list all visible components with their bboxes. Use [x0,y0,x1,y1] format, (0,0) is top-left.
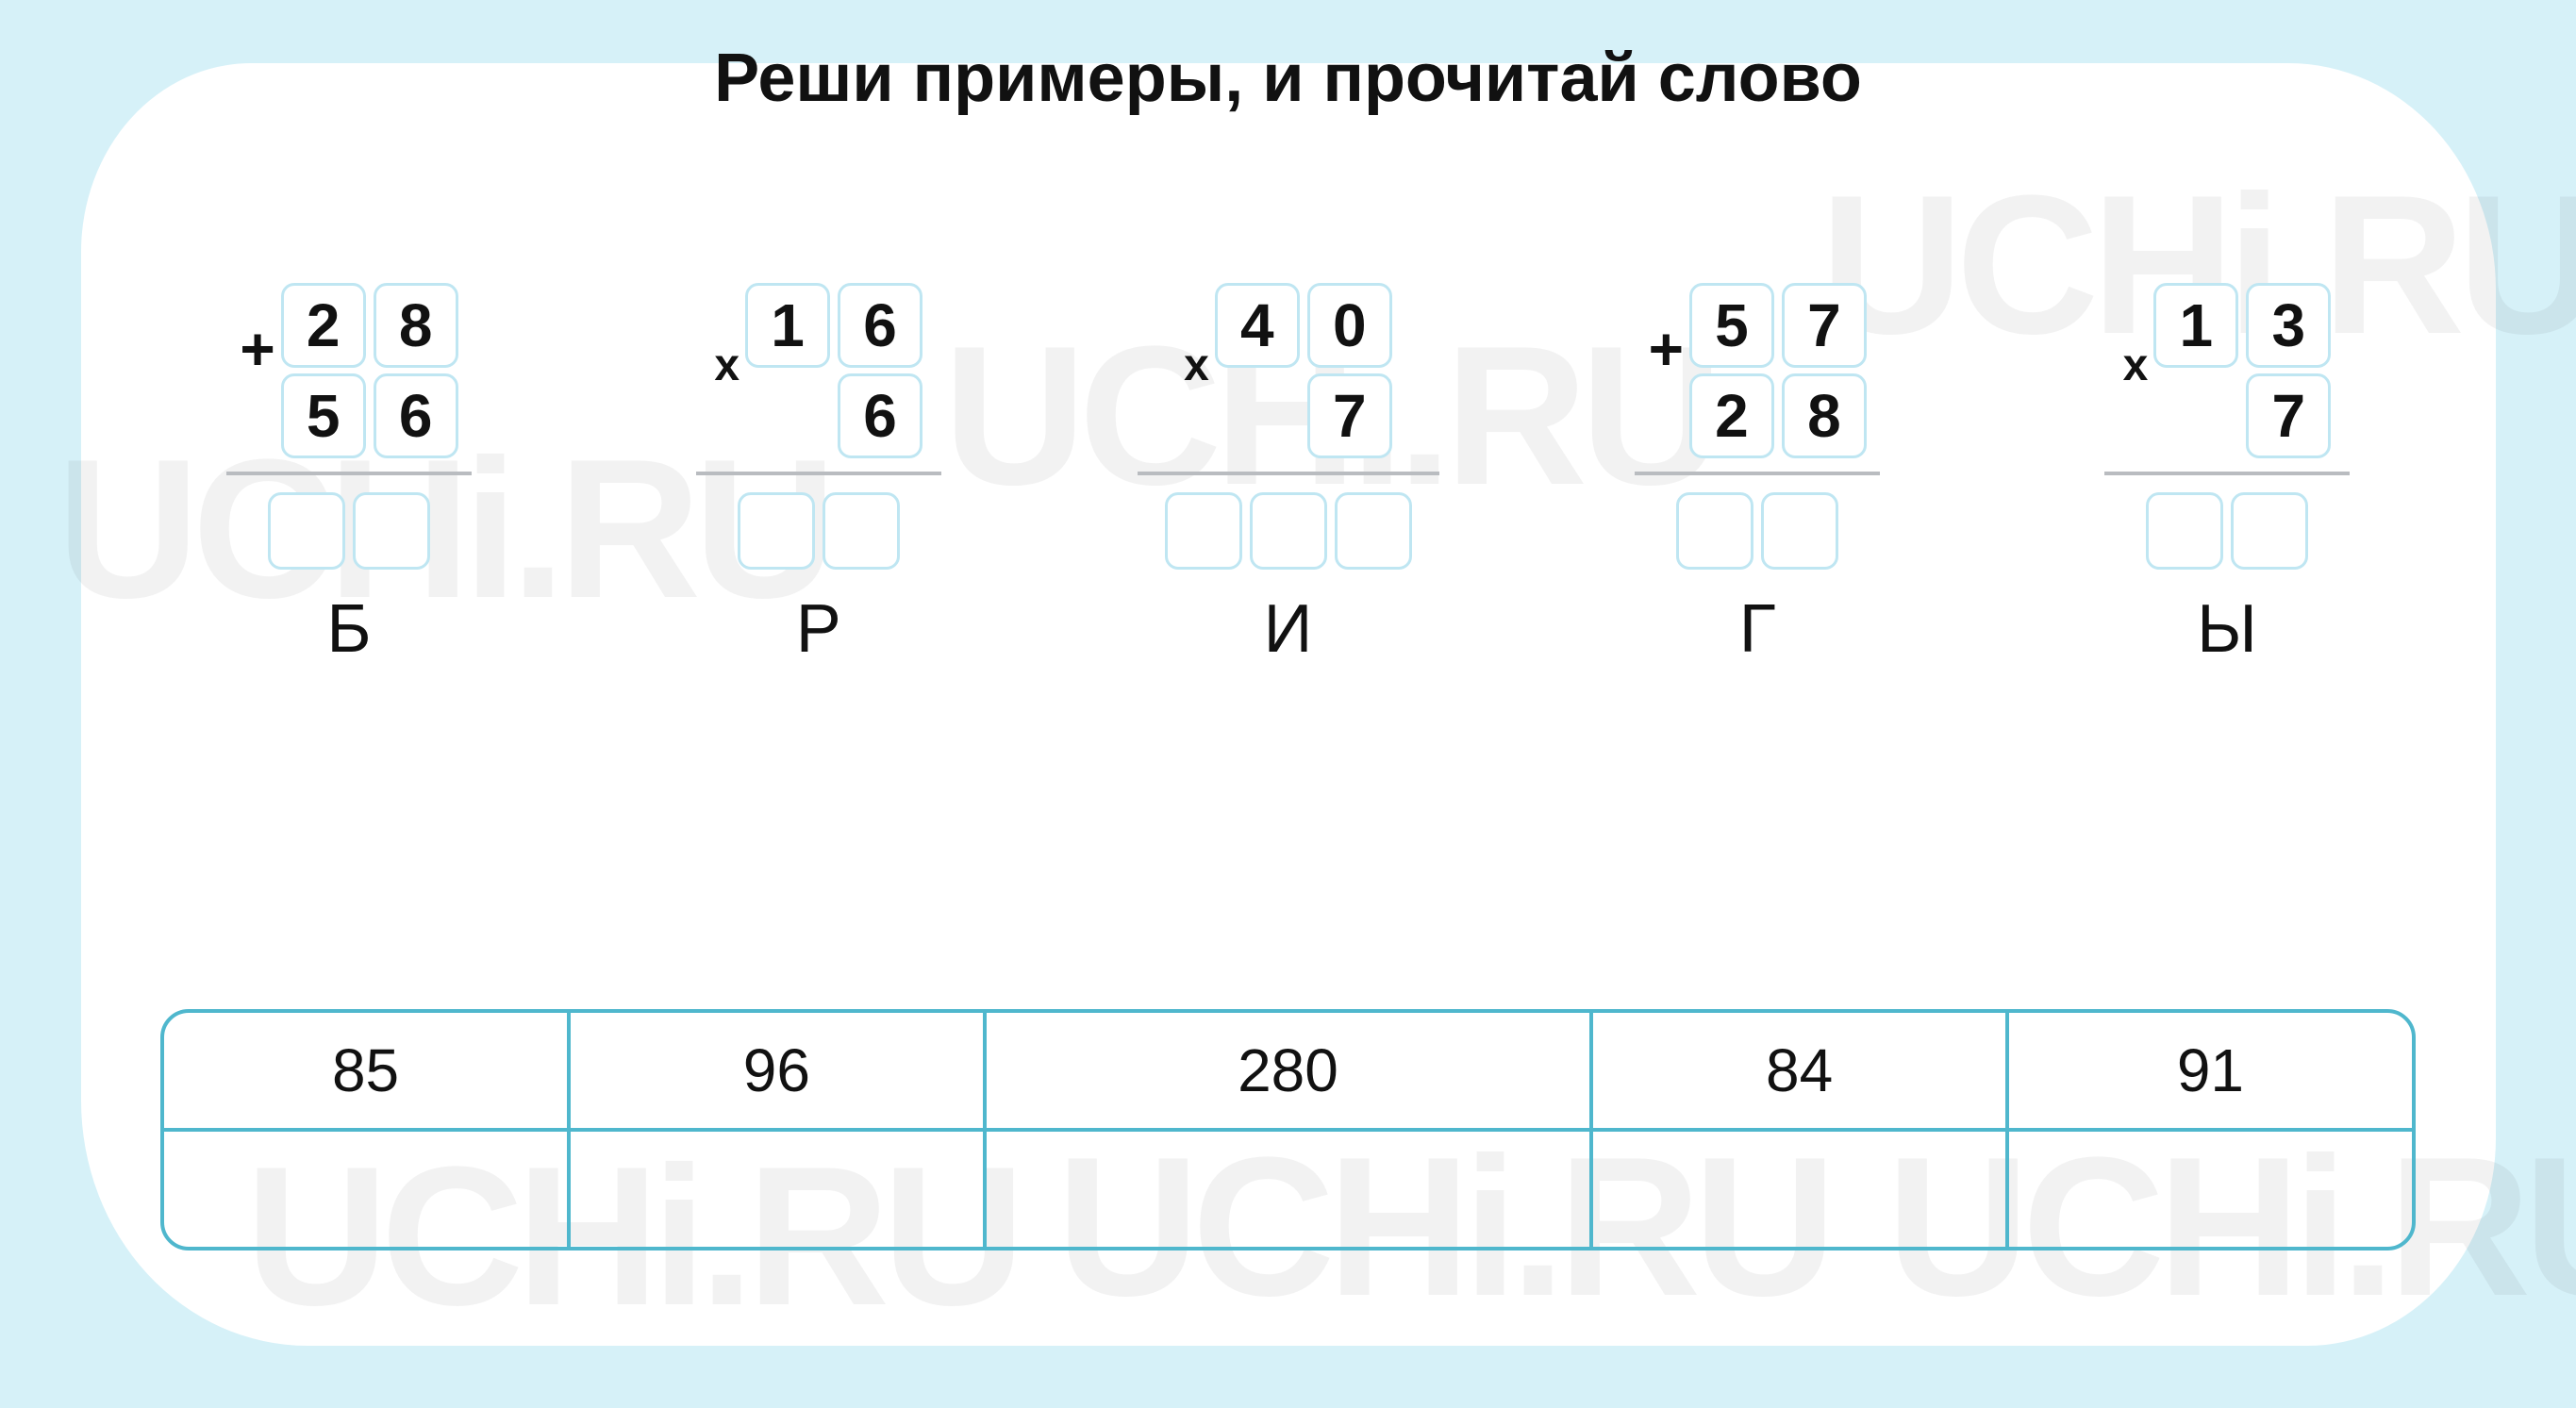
digit-box: 8 [1782,373,1867,458]
digit-box: 4 [1215,283,1300,368]
problem-letter: Б [326,590,371,668]
digit-box: 2 [281,283,366,368]
division-line [226,472,472,475]
answer-box[interactable] [1761,492,1838,570]
digit-box: 6 [838,373,922,458]
digit-box: 6 [838,283,922,368]
operator: + [240,309,274,389]
digit-box: 6 [374,373,458,458]
answer-boxes [268,492,430,570]
problem-letter: И [1264,590,1313,668]
answer-boxes [738,492,900,570]
answer-box[interactable] [1335,492,1412,570]
answer-box[interactable] [2146,492,2223,570]
digit-box: 3 [2246,283,2331,368]
table-input-cell[interactable] [164,1130,569,1247]
operand-row-2: 28 [1689,373,1867,458]
answer-boxes [1676,492,1838,570]
problem-5: x137 Ы [2048,283,2406,668]
problem-letter: Ы [2197,590,2257,668]
problem-4: +5728 Г [1578,283,1936,668]
table-input-cell[interactable] [1591,1130,2007,1247]
operand-row-2: 6 [745,373,922,458]
answer-table-container: 85962808491 [160,1009,2416,1251]
digit-box: 7 [1782,283,1867,368]
answer-box[interactable] [268,492,345,570]
answer-boxes [1165,492,1412,570]
problem-1: +2856 Б [170,283,528,668]
answer-box[interactable] [2231,492,2308,570]
division-line [1635,472,1880,475]
problem-letter: Г [1739,590,1776,668]
digit-box: 7 [2246,373,2331,458]
operand-row-2: 7 [2153,373,2331,458]
operand-row-1: 16 [745,283,922,368]
table-header-cell: 280 [985,1013,1592,1130]
table-header-cell: 85 [164,1013,569,1130]
digit-box: 1 [2153,283,2238,368]
operand-row-1: 28 [281,283,458,368]
division-line [2104,472,2350,475]
answer-boxes [2146,492,2308,570]
digit-box: 2 [1689,373,1774,458]
table-header-cell: 96 [569,1013,985,1130]
table-input-row [164,1130,2412,1247]
digit-box: 5 [1689,283,1774,368]
table-input-cell[interactable] [985,1130,1592,1247]
problems-row: +2856Бx166Рx407И+5728Гx137Ы [170,283,2406,668]
operand-row-2: 56 [281,373,458,458]
answer-box[interactable] [823,492,900,570]
table-input-cell[interactable] [2007,1130,2412,1247]
answer-box[interactable] [353,492,430,570]
operand-row-1: 57 [1689,283,1867,368]
division-line [1138,472,1439,475]
table-header-cell: 84 [1591,1013,2007,1130]
operand-row-1: 40 [1215,283,1392,368]
division-line [696,472,941,475]
digit-box: 0 [1307,283,1392,368]
operator: + [1649,309,1684,389]
table-input-cell[interactable] [569,1130,985,1247]
operator: x [1184,326,1209,406]
page-title: Реши примеры, и прочитай слово [714,40,1862,117]
digit-box: 8 [374,283,458,368]
answer-box[interactable] [1250,492,1327,570]
answer-table: 85962808491 [164,1013,2412,1247]
answer-box[interactable] [1676,492,1753,570]
operator: x [2123,326,2149,406]
table-header-row: 85962808491 [164,1013,2412,1130]
answer-box[interactable] [738,492,815,570]
operand-row-1: 13 [2153,283,2331,368]
problem-letter: Р [796,590,841,668]
table-header-cell: 91 [2007,1013,2412,1130]
operator: x [714,326,740,406]
answer-box[interactable] [1165,492,1242,570]
operand-row-2: 7 [1215,373,1392,458]
problem-3: x407 И [1109,283,1468,668]
problem-2: x166 Р [640,283,998,668]
digit-box: 1 [745,283,830,368]
digit-box: 7 [1307,373,1392,458]
digit-box: 5 [281,373,366,458]
